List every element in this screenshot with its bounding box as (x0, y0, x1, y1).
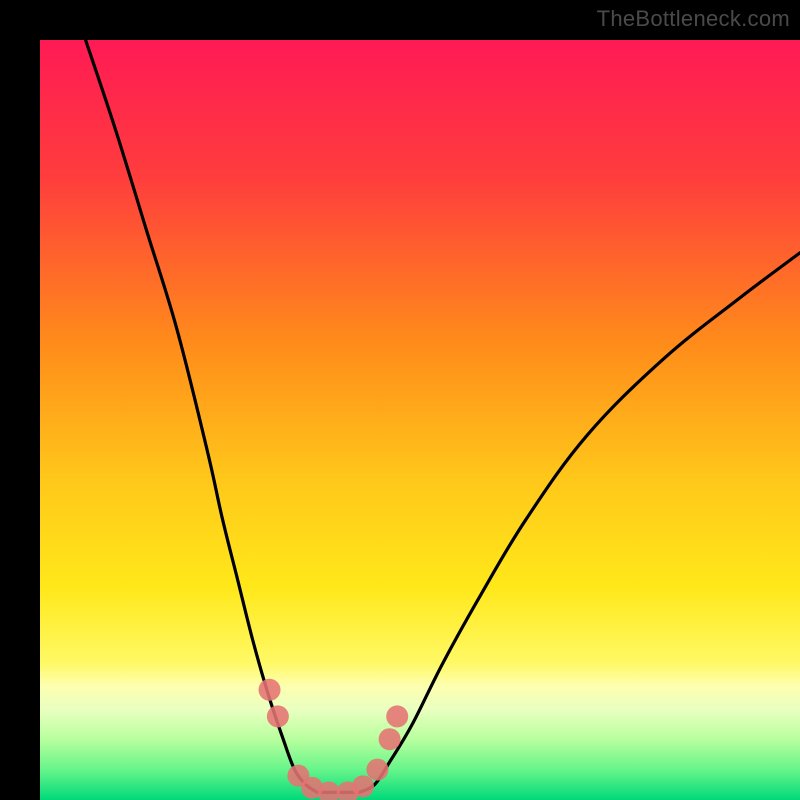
data-point (267, 705, 289, 727)
data-point (379, 728, 401, 750)
gradient-background (40, 40, 800, 800)
watermark-text: TheBottleneck.com (597, 6, 790, 32)
data-point (366, 759, 388, 781)
data-point (386, 705, 408, 727)
bottleneck-chart (40, 40, 800, 800)
chart-frame (20, 20, 780, 780)
data-point (259, 679, 281, 701)
data-point (352, 775, 374, 797)
